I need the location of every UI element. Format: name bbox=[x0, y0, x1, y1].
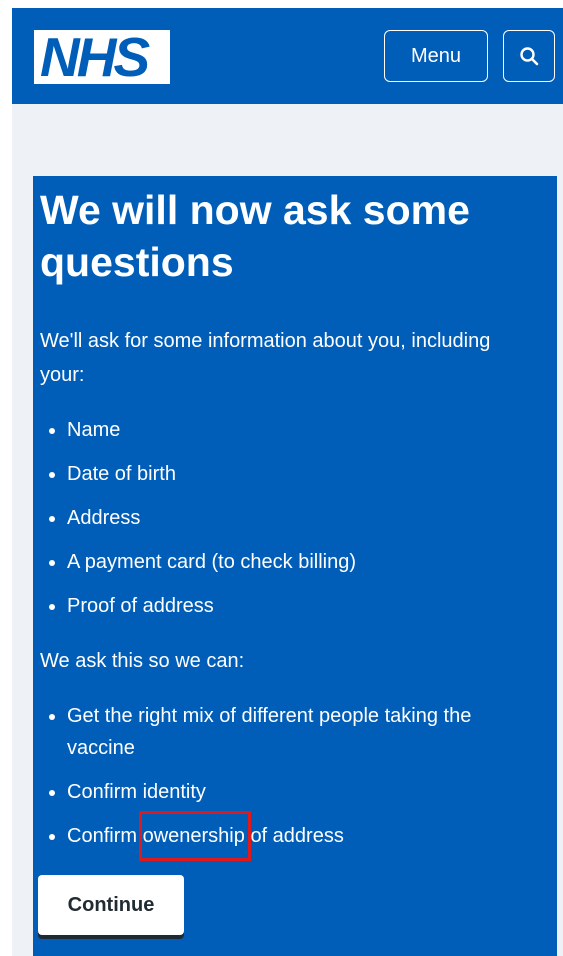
highlighted-word: owenership bbox=[138, 811, 252, 861]
info-list: Name Date of birth Address A payment car… bbox=[47, 414, 356, 634]
reason-list: Get the right mix of different people ta… bbox=[47, 700, 537, 864]
reason-intro-text: We ask this so we can: bbox=[40, 650, 245, 672]
list-item: Address bbox=[47, 502, 356, 534]
list-item: Name bbox=[47, 414, 356, 446]
continue-button[interactable]: Continue bbox=[38, 875, 184, 935]
menu-button[interactable]: Menu bbox=[384, 30, 488, 82]
intro-text: We'll ask for some information about you… bbox=[40, 330, 491, 386]
list-item: A payment card (to check billing) bbox=[47, 546, 356, 578]
nhs-logo-text: NHS bbox=[40, 30, 150, 84]
list-item: Confirm identity bbox=[47, 776, 537, 808]
list-item: Confirm owenership of address bbox=[47, 811, 537, 861]
site-header: NHS Menu bbox=[12, 8, 563, 104]
search-button[interactable] bbox=[503, 30, 555, 82]
content-panel: We will now ask some questions We'll ask… bbox=[33, 176, 557, 956]
nhs-logo[interactable]: NHS bbox=[34, 30, 170, 84]
list-item: Get the right mix of different people ta… bbox=[47, 700, 537, 764]
page-title: We will now ask some questions bbox=[40, 187, 470, 285]
list-item: Proof of address bbox=[47, 590, 356, 622]
list-item: Date of birth bbox=[47, 458, 356, 490]
search-icon bbox=[520, 47, 539, 66]
